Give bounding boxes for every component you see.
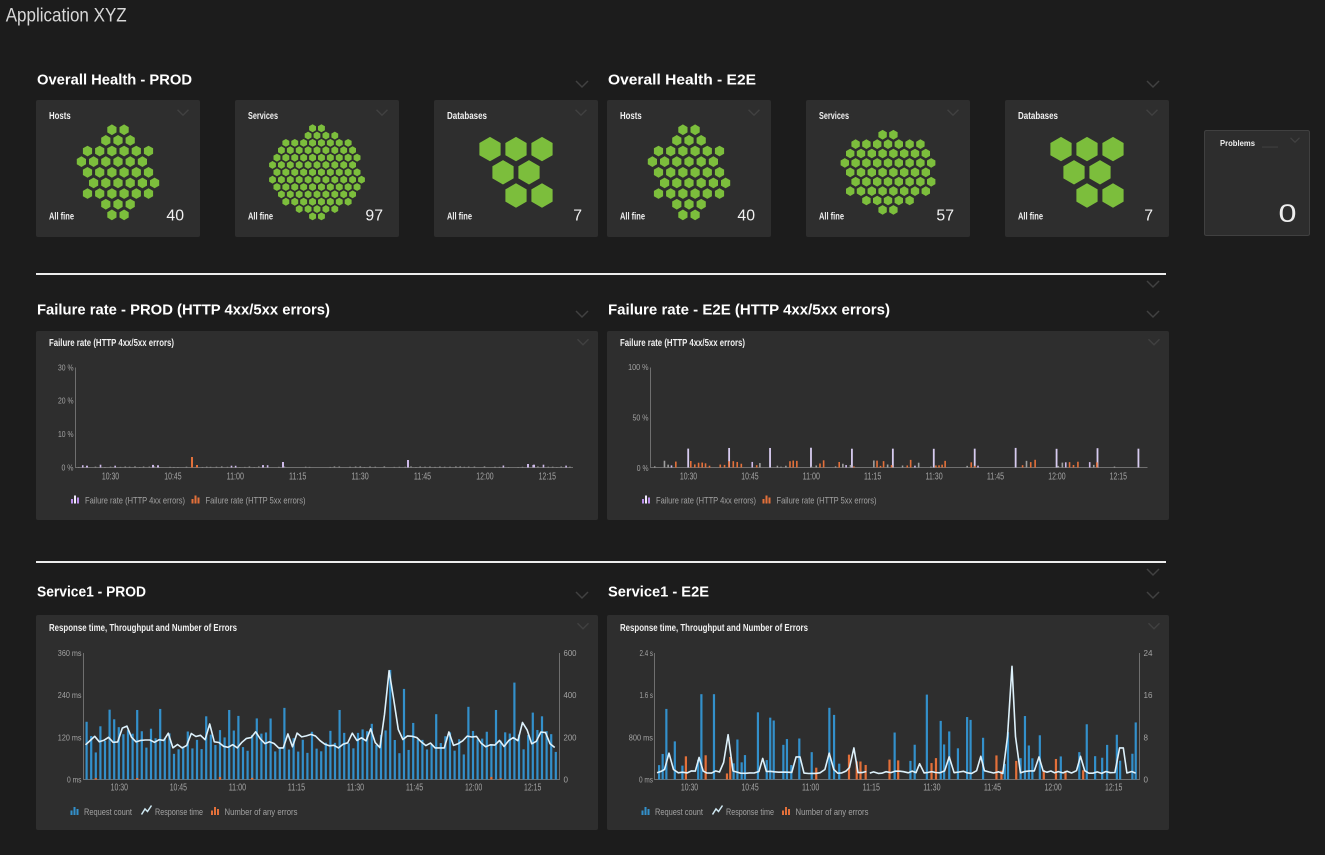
svg-text:All fine: All fine	[819, 212, 844, 223]
svg-text:11:45: 11:45	[984, 783, 1002, 794]
svg-text:0: 0	[564, 775, 569, 785]
svg-text:12:15: 12:15	[539, 471, 557, 482]
svg-text:200: 200	[564, 732, 577, 742]
svg-text:57: 57	[936, 208, 954, 225]
svg-text:Failure rate - E2E (HTTP 4xx/5: Failure rate - E2E (HTTP 4xx/5xx errors)	[608, 303, 890, 319]
svg-text:12:00: 12:00	[476, 471, 494, 482]
svg-text:11:15: 11:15	[288, 783, 306, 794]
svg-text:All fine: All fine	[49, 212, 74, 223]
svg-text:12:15: 12:15	[1105, 783, 1123, 794]
svg-text:10:45: 10:45	[164, 471, 182, 482]
svg-text:Databases: Databases	[1018, 111, 1058, 122]
svg-text:Services: Services	[248, 111, 278, 122]
svg-text:11:45: 11:45	[406, 783, 424, 794]
svg-text:Failure rate (HTTP 4xx/5xx err: Failure rate (HTTP 4xx/5xx errors)	[49, 338, 174, 349]
svg-text:11:30: 11:30	[925, 471, 943, 482]
svg-text:1.6 s: 1.6 s	[640, 690, 654, 700]
svg-text:Response time, Throughput and: Response time, Throughput and Number of …	[49, 623, 237, 634]
svg-text:0 ms: 0 ms	[639, 775, 653, 785]
svg-text:100 %: 100 %	[628, 362, 649, 372]
svg-text:0 ms: 0 ms	[67, 775, 82, 785]
svg-text:All fine: All fine	[620, 212, 645, 223]
svg-text:12:00: 12:00	[1048, 471, 1066, 482]
svg-text:Failure rate (HTTP 5xx errors): Failure rate (HTTP 5xx errors)	[777, 496, 877, 507]
svg-text:0: 0	[1144, 775, 1149, 785]
svg-text:Hosts: Hosts	[49, 111, 71, 122]
svg-text:50 %: 50 %	[633, 413, 649, 423]
svg-text:Response time: Response time	[726, 807, 774, 818]
svg-text:All fine: All fine	[447, 212, 472, 223]
svg-text:10:30: 10:30	[111, 783, 129, 794]
svg-text:Failure rate (HTTP 5xx errors): Failure rate (HTTP 5xx errors)	[206, 496, 306, 507]
svg-text:11:15: 11:15	[863, 783, 881, 794]
svg-text:11:00: 11:00	[229, 783, 247, 794]
svg-text:10:30: 10:30	[680, 471, 698, 482]
svg-text:Response time: Response time	[155, 807, 203, 818]
svg-text:11:00: 11:00	[802, 783, 820, 794]
svg-text:All fine: All fine	[1018, 212, 1043, 223]
svg-text:11:45: 11:45	[987, 471, 1005, 482]
svg-text:12:00: 12:00	[1044, 783, 1062, 794]
svg-text:24: 24	[1144, 648, 1153, 658]
svg-text:30 %: 30 %	[58, 362, 74, 372]
svg-text:11:30: 11:30	[347, 783, 365, 794]
svg-text:Number of any errors: Number of any errors	[225, 807, 298, 818]
svg-text:Failure rate - PROD (HTTP 4xx/: Failure rate - PROD (HTTP 4xx/5xx errors…	[37, 303, 330, 319]
svg-text:10:30: 10:30	[681, 783, 699, 794]
svg-text:600: 600	[564, 648, 577, 658]
svg-text:Service1 - PROD: Service1 - PROD	[37, 585, 146, 601]
svg-text:8: 8	[1144, 732, 1149, 742]
svg-text:11:00: 11:00	[803, 471, 821, 482]
svg-text:Overall Health - PROD: Overall Health - PROD	[37, 73, 192, 89]
svg-text:Overall Health - E2E: Overall Health - E2E	[608, 73, 756, 89]
svg-text:10:30: 10:30	[102, 471, 120, 482]
svg-text:Response time, Throughput and: Response time, Throughput and Number of …	[620, 623, 808, 634]
svg-text:11:15: 11:15	[289, 471, 307, 482]
svg-text:0 %: 0 %	[62, 462, 74, 472]
svg-text:Databases: Databases	[447, 111, 487, 122]
svg-text:2.4 s: 2.4 s	[640, 648, 654, 658]
svg-text:Request count: Request count	[84, 807, 132, 818]
svg-text:400: 400	[564, 690, 577, 700]
svg-text:11:30: 11:30	[351, 471, 369, 482]
svg-text:11:30: 11:30	[923, 783, 941, 794]
svg-text:16: 16	[1144, 690, 1153, 700]
svg-text:Application XYZ: Application XYZ	[6, 6, 127, 27]
svg-text:Failure rate (HTTP 4xx/5xx err: Failure rate (HTTP 4xx/5xx errors)	[620, 338, 745, 349]
svg-text:7: 7	[1144, 208, 1153, 225]
svg-text:Problems: Problems	[1220, 139, 1256, 148]
svg-text:Services: Services	[819, 111, 849, 122]
svg-text:12:15: 12:15	[524, 783, 542, 794]
svg-text:800 ms: 800 ms	[629, 732, 653, 742]
svg-text:All fine: All fine	[248, 212, 273, 223]
svg-text:12:00: 12:00	[465, 783, 483, 794]
svg-text:11:00: 11:00	[227, 471, 245, 482]
svg-text:120 ms: 120 ms	[58, 732, 82, 742]
svg-text:97: 97	[365, 208, 383, 225]
svg-text:10:45: 10:45	[170, 783, 188, 794]
svg-text:10:45: 10:45	[741, 471, 759, 482]
svg-text:40: 40	[737, 208, 755, 225]
svg-text:Failure rate (HTTP 4xx errors): Failure rate (HTTP 4xx errors)	[656, 496, 756, 507]
svg-text:10 %: 10 %	[58, 429, 74, 439]
svg-text:Failure rate (HTTP 4xx errors): Failure rate (HTTP 4xx errors)	[85, 496, 185, 507]
svg-text:40: 40	[166, 208, 184, 225]
svg-text:0: 0	[1279, 200, 1297, 228]
svg-text:Hosts: Hosts	[620, 111, 642, 122]
svg-text:10:45: 10:45	[741, 783, 759, 794]
svg-text:240 ms: 240 ms	[58, 690, 82, 700]
svg-text:360 ms: 360 ms	[58, 648, 82, 658]
svg-text:0 %: 0 %	[637, 463, 649, 473]
svg-text:Service1 - E2E: Service1 - E2E	[608, 585, 709, 601]
svg-text:Number of any errors: Number of any errors	[796, 807, 869, 818]
svg-text:Request count: Request count	[655, 807, 703, 818]
svg-text:7: 7	[573, 208, 582, 225]
svg-text:20 %: 20 %	[58, 396, 74, 406]
svg-text:11:15: 11:15	[864, 471, 882, 482]
svg-text:11:45: 11:45	[414, 471, 432, 482]
svg-text:12:15: 12:15	[1110, 471, 1128, 482]
